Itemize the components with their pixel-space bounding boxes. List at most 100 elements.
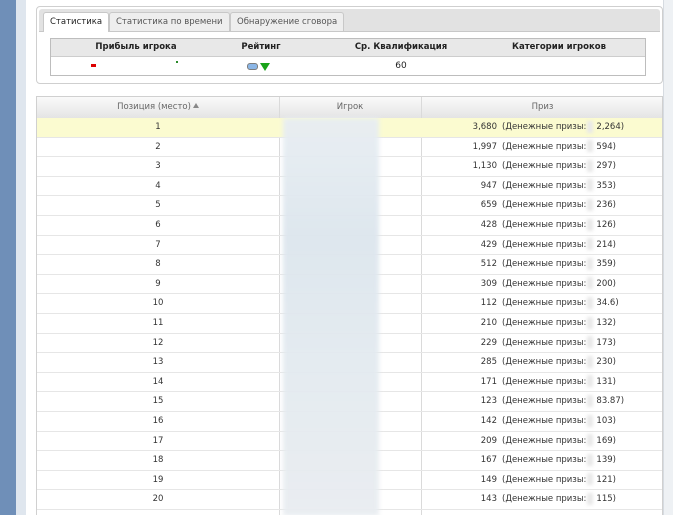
- prize-amount: 142: [480, 416, 497, 426]
- prize-amount: 428: [480, 220, 497, 230]
- prize-amount: 149: [480, 474, 497, 485]
- money-prize-value: 359): [596, 259, 616, 270]
- prize-amount: 947: [480, 180, 497, 191]
- tab-collusion-detection[interactable]: Обнаружение сговора: [230, 12, 345, 31]
- row-prize: 428 (Денежные призы: 126): [421, 216, 662, 235]
- row-position: 14: [152, 376, 164, 387]
- row-prize: 229 (Денежные призы: 173): [421, 334, 662, 353]
- money-prize-label: (Денежные призы:: [502, 141, 587, 152]
- header-profit: Прибыль игрока: [95, 42, 177, 52]
- header-rating: Рейтинг: [241, 42, 281, 52]
- prize-amount: 167: [480, 455, 497, 466]
- money-prize-value: 594): [596, 141, 616, 152]
- redacted-mark: [587, 198, 594, 211]
- money-prize-value: 132): [596, 318, 616, 328]
- left-rail: [0, 0, 16, 515]
- results-table: Позиция (место) Игрок Приз 1 3,680 (Денежн…: [36, 96, 663, 515]
- right-scrollbar[interactable]: [663, 0, 673, 515]
- prize-amount: 229: [480, 337, 497, 348]
- money-prize-value: 230): [596, 357, 616, 368]
- redacted-mark: [587, 257, 594, 270]
- money-prize-value: 214): [596, 239, 616, 250]
- redacted-mark: [587, 394, 594, 407]
- money-prize-label: (Денежные призы:: [502, 494, 587, 505]
- header-prize[interactable]: Приз: [421, 97, 662, 118]
- down-arrow-icon: [260, 63, 270, 71]
- redacted-mark: [587, 492, 594, 505]
- row-position: 11: [152, 318, 164, 328]
- row-position: 3: [155, 161, 161, 172]
- redacted-mark: [587, 414, 594, 427]
- prize-amount: 512: [480, 259, 497, 270]
- money-prize-value: 121): [596, 474, 616, 485]
- money-prize-value: 131): [596, 376, 616, 387]
- row-position: 8: [155, 259, 161, 270]
- row-prize: 309 (Денежные призы: 200): [421, 275, 662, 294]
- money-prize-value: 297): [596, 161, 616, 172]
- row-position: 2: [155, 141, 161, 152]
- row-position: 20: [152, 494, 164, 505]
- prize-amount: 1,997: [472, 141, 497, 152]
- redacted-mark: [587, 453, 594, 466]
- header-player[interactable]: Игрок: [279, 97, 421, 118]
- money-prize-label: (Денежные призы:: [502, 180, 587, 191]
- money-prize-value: 139): [596, 455, 616, 466]
- prize-amount: 171: [480, 376, 497, 387]
- redacted-mark: [587, 375, 594, 388]
- row-position: 10: [152, 298, 164, 309]
- tab-bar: Статистика Статистика по времени Обнаруж…: [39, 9, 660, 32]
- row-position: 4: [155, 180, 161, 191]
- tab-statistics[interactable]: Статистика: [43, 12, 110, 32]
- row-position: 9: [155, 278, 161, 289]
- money-prize-value: 34.6): [596, 298, 619, 309]
- prize-amount: 123: [480, 396, 497, 407]
- redacted-mark: [587, 434, 594, 447]
- prize-amount: 309: [480, 278, 497, 289]
- money-prize-label: (Денежные призы:: [502, 435, 587, 446]
- row-prize: 210 (Денежные призы: 132): [421, 314, 662, 333]
- money-prize-label: (Денежные призы:: [502, 278, 587, 289]
- money-prize-label: (Денежные призы:: [502, 161, 587, 172]
- row-prize: 143 (Денежные призы: 115): [421, 490, 662, 509]
- player-names-redacted: [283, 118, 379, 515]
- rating-badge-icon[interactable]: [247, 63, 258, 70]
- row-prize: 171 (Денежные призы: 131): [421, 373, 662, 392]
- redacted-mark: [587, 277, 594, 290]
- redacted-mark: [587, 316, 594, 329]
- row-prize: 659 (Денежные призы: 236): [421, 196, 662, 215]
- row-prize: 1,130 (Денежные призы: 297): [421, 157, 662, 176]
- money-prize-label: (Денежные призы:: [502, 318, 587, 328]
- money-prize-label: (Денежные призы:: [502, 396, 587, 407]
- redacted-mark: [587, 140, 594, 153]
- row-position: 17: [152, 435, 164, 446]
- redacted-mark: [587, 238, 594, 251]
- prize-amount: 659: [480, 200, 497, 211]
- row-position: 6: [155, 220, 161, 230]
- money-prize-label: (Денежные призы:: [502, 376, 587, 387]
- sort-asc-icon[interactable]: [192, 103, 199, 108]
- row-prize: 512 (Денежные призы: 359): [421, 255, 662, 274]
- flag-icon: [91, 64, 96, 67]
- prize-amount: 143: [480, 494, 497, 505]
- left-rail-inner: [16, 0, 26, 515]
- money-prize-label: (Денежные призы:: [502, 298, 587, 309]
- stats-panel: Статистика Статистика по времени Обнаруж…: [36, 6, 663, 84]
- redacted-mark: [587, 296, 594, 309]
- money-prize-label: (Денежные призы:: [502, 357, 587, 368]
- row-position: 15: [152, 396, 164, 407]
- money-prize-value: 353): [596, 180, 616, 191]
- prize-amount: 210: [480, 318, 497, 328]
- redacted-mark: [587, 179, 594, 192]
- prize-amount: 112: [480, 298, 497, 309]
- row-prize: 149 (Денежные призы: 121): [421, 471, 662, 490]
- row-position: 18: [152, 455, 164, 466]
- tab-time-statistics[interactable]: Статистика по времени: [109, 12, 230, 31]
- row-position: 16: [152, 416, 164, 426]
- stats-header-row: Прибыль игрока Рейтинг Ср. Квалификация …: [51, 39, 645, 57]
- money-prize-label: (Денежные призы:: [502, 239, 587, 250]
- prize-amount: 209: [480, 435, 497, 446]
- money-prize-value: 83.87): [596, 396, 625, 407]
- results-header-row: Позиция (место) Игрок Приз: [37, 97, 662, 119]
- row-position: 13: [152, 357, 164, 368]
- header-position[interactable]: Позиция (место): [37, 97, 279, 118]
